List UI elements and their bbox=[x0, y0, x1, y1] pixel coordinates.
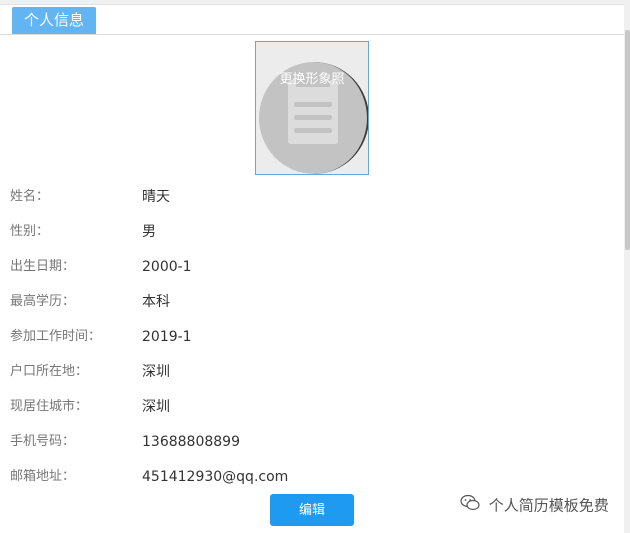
change-photo-label[interactable]: 更换形象照 bbox=[256, 68, 368, 87]
field-row-name: 姓名： 晴天 bbox=[0, 186, 600, 208]
watermark: 个人简历模板免费 bbox=[460, 494, 609, 516]
field-value: 男 bbox=[142, 224, 156, 240]
field-label: 参加工作时间： bbox=[10, 329, 102, 344]
field-label: 手机号码： bbox=[10, 434, 76, 449]
field-row-email: 邮箱地址： 451412930@qq.com bbox=[0, 466, 600, 488]
field-label: 户口所在地： bbox=[10, 364, 89, 379]
field-row-phone: 手机号码： 13688808899 bbox=[0, 431, 600, 453]
field-label: 性别： bbox=[10, 224, 50, 239]
field-value: 13688808899 bbox=[142, 434, 240, 450]
field-row-current-city: 现居住城市： 深圳 bbox=[0, 396, 600, 418]
watermark-text: 个人简历模板免费 bbox=[488, 496, 609, 515]
field-row-birth-date: 出生日期： 2000-1 bbox=[0, 256, 600, 278]
field-value: 晴天 bbox=[142, 189, 170, 205]
field-row-hukou: 户口所在地： 深圳 bbox=[0, 361, 600, 383]
field-value: 2000-1 bbox=[142, 259, 192, 275]
field-label: 邮箱地址： bbox=[10, 469, 76, 484]
field-label: 最高学历： bbox=[10, 294, 76, 309]
scrollbar-thumb[interactable] bbox=[625, 30, 630, 250]
field-value: 深圳 bbox=[142, 364, 170, 380]
field-row-education: 最高学历： 本科 bbox=[0, 291, 600, 313]
field-row-gender: 性别： 男 bbox=[0, 221, 600, 243]
field-value: 本科 bbox=[142, 294, 170, 310]
field-value: 深圳 bbox=[142, 399, 170, 415]
edit-button[interactable]: 编辑 bbox=[270, 494, 354, 526]
field-label: 姓名： bbox=[10, 189, 50, 204]
section-tab-personal-info[interactable]: 个人信息 bbox=[12, 7, 97, 34]
field-row-work-start: 参加工作时间： 2019-1 bbox=[0, 326, 600, 348]
field-value: 451412930@qq.com bbox=[142, 469, 289, 485]
field-label: 现居住城市： bbox=[10, 399, 89, 414]
field-label: 出生日期： bbox=[10, 259, 76, 274]
profile-photo[interactable]: 更换形象照 bbox=[255, 41, 369, 175]
wechat-icon bbox=[460, 494, 480, 518]
document-placeholder-icon bbox=[288, 80, 338, 144]
header-divider bbox=[0, 34, 624, 35]
scrollbar-track[interactable] bbox=[624, 0, 630, 532]
field-value: 2019-1 bbox=[142, 329, 192, 345]
